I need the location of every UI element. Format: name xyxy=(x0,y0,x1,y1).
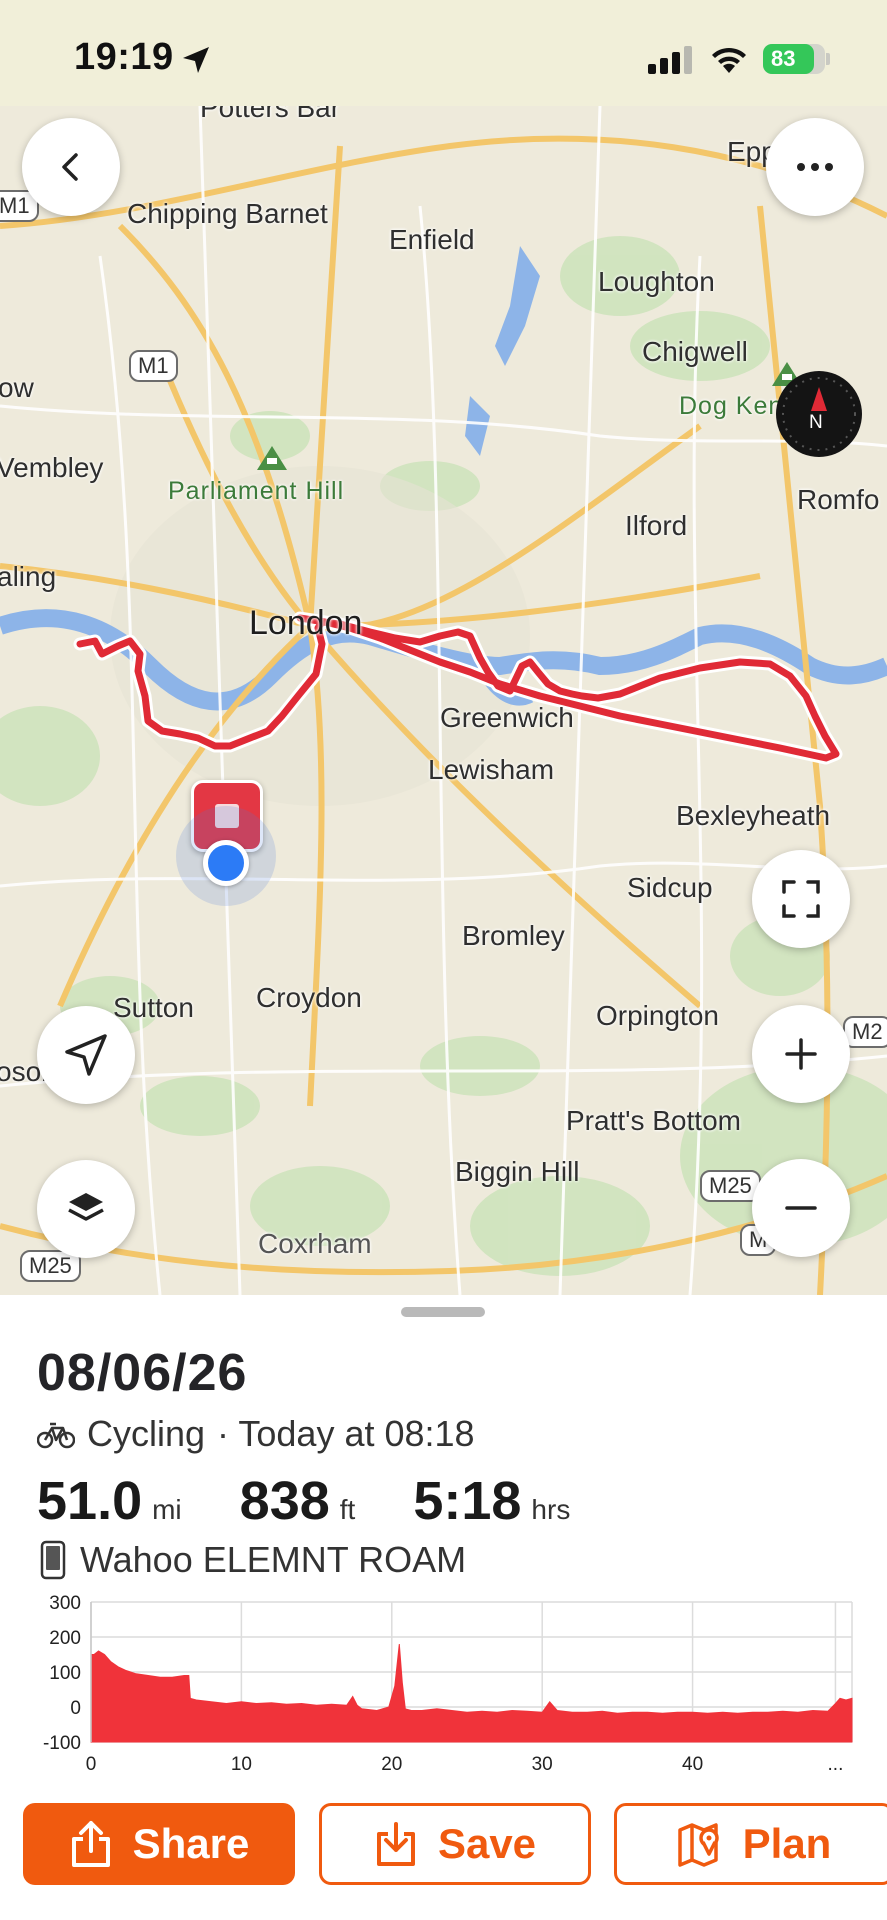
activity-type-line: Cycling · Today at 08:18 xyxy=(37,1413,475,1455)
map-pin-icon xyxy=(677,1823,719,1867)
save-label: Save xyxy=(437,1820,537,1867)
place-label-wembley: Vembley xyxy=(0,452,104,483)
share-icon xyxy=(71,1821,110,1867)
place-label-coulsdon: Coxrham xyxy=(258,1228,372,1259)
place-label-croydon: Croydon xyxy=(256,982,362,1013)
map-layers-button[interactable] xyxy=(37,1160,135,1258)
chart-y-tick-label: 300 xyxy=(49,1593,81,1614)
status-bar: 19:19 83 xyxy=(0,0,887,106)
wifi-icon xyxy=(712,47,746,73)
place-label-sutton: Sutton xyxy=(113,992,194,1023)
elevation-chart[interactable]: 300 200 100 0 -100 0 10 20 30 40... xyxy=(36,1592,862,1770)
battery-percent: 83 xyxy=(771,46,796,71)
chart-x-tick-label: ... xyxy=(828,1754,844,1770)
place-label-london: London xyxy=(249,604,363,642)
navigation-arrow-icon xyxy=(65,1034,107,1076)
device-name: Wahoo ELEMNT ROAM xyxy=(80,1539,467,1580)
place-label-orpington: Orpington xyxy=(596,1000,719,1031)
distance-stat: 51.0 mi xyxy=(37,1470,182,1532)
elevation-area xyxy=(90,1643,853,1743)
place-label-romford: Romfo xyxy=(797,484,880,515)
place-label-loughton: Loughton xyxy=(598,266,715,297)
ellipsis-icon xyxy=(797,163,833,171)
place-label-chipping-barnet: Chipping Barnet xyxy=(127,198,328,229)
chart-y-tick-label: 200 xyxy=(49,1628,81,1649)
chart-x-tick-label: 10 xyxy=(231,1754,252,1770)
chart-y-tick-label: 0 xyxy=(70,1698,81,1719)
place-label-chigwell: Chigwell xyxy=(642,336,748,367)
place-label-potters-bar: Potters Bar xyxy=(200,106,341,123)
elevation-stat: 838 ft xyxy=(240,1470,356,1532)
minus-icon xyxy=(785,1206,817,1210)
location-arrow-icon xyxy=(183,47,209,73)
back-button[interactable] xyxy=(22,118,120,216)
sheet-grabber[interactable] xyxy=(401,1307,485,1317)
place-label-bexleyheath: Bexleyheath xyxy=(676,800,831,831)
layers-icon xyxy=(68,1193,104,1221)
recenter-location-button[interactable] xyxy=(37,1006,135,1104)
place-label-bromley: Bromley xyxy=(462,920,565,951)
place-label-biggin-hill: Biggin Hill xyxy=(455,1156,580,1187)
road-shield-m2: M2 xyxy=(843,1016,887,1048)
expand-icon xyxy=(782,880,820,918)
duration-unit: hrs xyxy=(531,1494,571,1525)
chart-x-tick-label: 20 xyxy=(381,1754,402,1770)
place-label-parliament-hill: Parliament Hill xyxy=(168,477,345,505)
user-location-dot xyxy=(203,840,249,886)
chart-y-tick-label: -100 xyxy=(43,1733,81,1754)
chart-x-tick-label: 30 xyxy=(532,1754,553,1770)
activity-date: 08/06/26 xyxy=(37,1344,248,1402)
save-button[interactable]: Save xyxy=(319,1803,591,1885)
elevation-value: 838 xyxy=(239,1471,330,1531)
zoom-out-button[interactable] xyxy=(752,1159,850,1257)
download-icon xyxy=(376,1822,415,1866)
compass-north-label: N xyxy=(809,412,823,433)
device-icon xyxy=(40,1540,66,1580)
activity-start-time: · Today at 08:18 xyxy=(217,1413,475,1454)
share-label: Share xyxy=(132,1820,250,1867)
plus-icon xyxy=(785,1038,817,1070)
place-label-harrow: ow xyxy=(0,372,34,403)
more-options-button[interactable] xyxy=(766,118,864,216)
map-view[interactable]: Potters Bar Epp Chipping Barnet Enfield … xyxy=(0,106,887,1295)
elevation-unit: ft xyxy=(339,1494,356,1525)
chevron-left-icon xyxy=(62,153,78,181)
status-time: 19:19 xyxy=(74,36,174,78)
share-button[interactable]: Share xyxy=(23,1803,295,1885)
place-label-ealing: aling xyxy=(0,561,57,592)
chart-y-tick-label: 100 xyxy=(49,1663,81,1684)
distance-unit: mi xyxy=(152,1494,182,1525)
bicycle-icon xyxy=(37,1422,75,1449)
zoom-in-button[interactable] xyxy=(752,1005,850,1103)
map-base-layer xyxy=(0,106,887,1295)
place-label-sidcup: Sidcup xyxy=(627,872,713,903)
road-shield-m1: M1 xyxy=(129,350,178,382)
duration-stat: 5:18 hrs xyxy=(413,1470,570,1532)
activity-sport: Cycling xyxy=(87,1413,206,1454)
chart-x-tick-label: 40 xyxy=(682,1754,703,1770)
compass-button[interactable]: N xyxy=(776,371,862,457)
battery-icon: 83 xyxy=(763,44,825,74)
cellular-signal-icon xyxy=(648,46,692,74)
fullscreen-button[interactable] xyxy=(752,850,850,948)
place-label-pratts-bottom: Pratt's Bottom xyxy=(566,1105,741,1136)
distance-value: 51.0 xyxy=(37,1471,143,1531)
hill-marker-icon xyxy=(257,446,287,470)
place-label-lewisham: Lewisham xyxy=(428,754,555,785)
device-line: Wahoo ELEMNT ROAM xyxy=(40,1539,466,1581)
place-label-enfield: Enfield xyxy=(389,224,475,255)
road-shield-m25-right: M25 xyxy=(700,1170,761,1202)
duration-value: 5:18 xyxy=(413,1471,522,1531)
battery-tip xyxy=(826,53,830,65)
plan-button[interactable]: Plan xyxy=(614,1803,887,1885)
place-label-greenwich: Greenwich xyxy=(440,702,574,733)
place-label-ilford: Ilford xyxy=(625,510,688,541)
activity-stats: 51.0 mi 838 ft 5:18 hrs xyxy=(37,1470,628,1532)
chart-x-tick-label: 0 xyxy=(86,1754,97,1770)
plan-label: Plan xyxy=(742,1820,832,1867)
